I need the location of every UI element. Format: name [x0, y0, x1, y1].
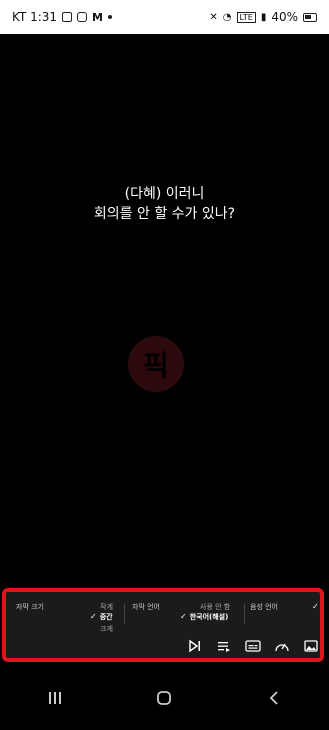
audio-language-group: 음성 언어 ✓ [250, 592, 320, 628]
divider [124, 604, 125, 624]
playback-speed-icon[interactable] [273, 637, 291, 655]
subtitles-icon[interactable] [244, 637, 262, 655]
language-option-korean-cc[interactable]: ✓ 한국어(해설) [180, 612, 228, 622]
subtitle-size-group: 자막 크기 작게 ✓ 중간 크게 [16, 592, 116, 633]
language-option-korean-cc-label: 한국어(해설) [189, 613, 229, 621]
gmail-icon: M [92, 10, 103, 24]
subtitle-size-label: 자막 크기 [16, 603, 44, 611]
signal-icon: ▮ [260, 11, 267, 23]
picture-in-picture-icon[interactable] [302, 637, 320, 655]
subtitle-settings-panel: 자막 크기 작게 ✓ 중간 크게 자막 언어 사용 안 함 ✓ 한국어(해설) 음성… [2, 588, 324, 662]
size-option-large[interactable]: 크게 [100, 624, 113, 634]
audio-language-label: 음성 언어 [250, 603, 278, 611]
wifi-icon: ◔ [222, 11, 232, 23]
size-option-small[interactable]: 작게 [100, 602, 113, 612]
size-option-medium[interactable]: ✓ 중간 [90, 612, 113, 622]
battery-percent: 40% [271, 10, 298, 24]
watermark-text: 픽 [143, 349, 169, 382]
subtitle-caption: (다혜) 이러니 회의를 안 할 수가 있나? [0, 184, 329, 224]
system-navigation-bar [0, 666, 329, 730]
subtitle-language-group: 자막 언어 사용 안 함 ✓ 한국어(해설) [132, 592, 242, 628]
gallery-icon [62, 12, 73, 22]
recent-apps-button[interactable] [35, 678, 75, 718]
status-right: ✕ ◔ LTE ▮ 40% [209, 10, 317, 24]
video-area[interactable]: (다혜) 이러니 회의를 안 할 수가 있나? 픽 [0, 34, 329, 584]
size-option-medium-label: 중간 [99, 613, 113, 621]
notification-dot-icon [107, 15, 112, 19]
subtitle-options: 자막 크기 작게 ✓ 중간 크게 자막 언어 사용 안 함 ✓ 한국어(해설) 음성… [6, 592, 320, 633]
language-option-off[interactable]: 사용 안 함 [200, 602, 230, 612]
playlist-icon[interactable] [215, 637, 233, 655]
home-button[interactable] [144, 678, 184, 718]
divider [244, 604, 245, 624]
audio-option-selected[interactable]: ✓ [312, 602, 322, 611]
subtitle-language-label: 자막 언어 [132, 603, 160, 611]
mute-icon: ✕ [209, 11, 218, 23]
check-icon: ✓ [312, 602, 319, 611]
next-episode-icon[interactable] [186, 637, 204, 655]
instagram-icon [77, 12, 88, 22]
watermark-logo: 픽 [128, 336, 184, 392]
status-bar: KT 1:31 M ✕ ◔ LTE ▮ 40% [0, 0, 329, 34]
lte-icon: LTE [236, 11, 256, 23]
check-icon: ✓ [180, 612, 187, 621]
back-button[interactable] [254, 678, 294, 718]
subtitle-line-2: 회의를 안 할 수가 있나? [93, 206, 236, 222]
carrier-time: KT 1:31 [12, 10, 58, 24]
check-icon: ✓ [90, 612, 97, 621]
status-left: KT 1:31 M [12, 10, 112, 24]
battery-icon [303, 12, 317, 22]
player-controls [186, 634, 320, 658]
subtitle-line-1: (다혜) 이러니 [124, 186, 205, 202]
